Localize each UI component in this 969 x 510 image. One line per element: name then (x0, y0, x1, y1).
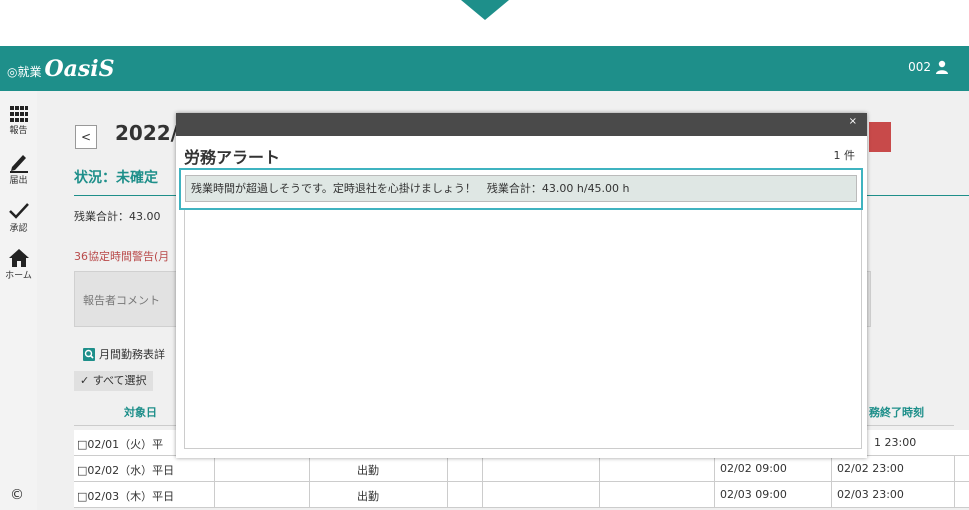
sidebar: 報告 届出 承認 ホーム © (0, 91, 38, 510)
cell-divider (482, 456, 483, 481)
tooltip-pointer (461, 0, 509, 20)
brand[interactable]: ◎就業 OasiS (7, 56, 115, 82)
sidebar-item-label: 報告 (9, 126, 28, 136)
user-icon (936, 60, 948, 74)
grid-icon (9, 106, 28, 122)
dialog-titlebar: × (176, 113, 867, 136)
table-row[interactable]: □02/02（水）平日 出勤 02/02 09:00 02/02 23:00 (74, 456, 969, 482)
cell-divider (831, 456, 832, 481)
column-header-end-time: 務終了時刻 (869, 406, 924, 419)
cell-divider (309, 456, 310, 481)
row-end-time: 02/03 23:00 (837, 488, 904, 501)
row-date: □02/03（木）平日 (77, 490, 175, 503)
status-label: 状況：未確定 (74, 170, 158, 186)
row-date: □02/02（水）平日 (77, 464, 175, 477)
check-icon (8, 203, 29, 219)
sidebar-item-report[interactable]: 報告 (0, 105, 37, 136)
app-logo: OasiS (44, 56, 115, 82)
sidebar-item-approval[interactable]: 承認 (0, 201, 37, 234)
copyright-icon: © (10, 487, 24, 503)
row-status: 出勤 (357, 464, 379, 477)
row-end-time: 02/02 23:00 (837, 462, 904, 475)
alert-highlight: 残業時間が超過しそうです。定時退社を心掛けましょう！ 残業合計：43.00 h/… (179, 168, 863, 210)
cell-divider (447, 456, 448, 481)
close-icon[interactable]: × (849, 116, 857, 127)
alert-list-area (184, 210, 862, 449)
table-row[interactable]: □02/03（木）平日 出勤 02/03 09:00 02/03 23:00 (74, 482, 969, 508)
user-menu[interactable]: 002 (908, 60, 949, 74)
page-title: 2022/ (115, 121, 178, 145)
overtime-summary: 残業合計：43.00 (74, 210, 161, 223)
cell-divider (214, 482, 215, 507)
select-all-button[interactable]: ✓ すべて選択 (74, 371, 153, 391)
home-icon (8, 249, 29, 267)
cell-divider (954, 456, 955, 481)
comment-placeholder: 報告者コメント (83, 294, 160, 307)
pencil-icon (9, 155, 28, 173)
labor-alert-dialog: × 労務アラート 1 件 残業時間が超過しそうです。定時退社を心掛けましょう！ … (176, 113, 867, 458)
agreement-warning: 36協定時間警告(月 (74, 250, 170, 263)
sidebar-item-notification[interactable]: 届出 (0, 151, 37, 186)
row-status: 出勤 (357, 490, 379, 503)
cell-divider (309, 482, 310, 507)
sidebar-item-label: ホーム (5, 271, 32, 281)
status-badge[interactable] (869, 122, 891, 152)
app-header: ◎就業 OasiS 002 (0, 46, 969, 91)
brand-mark: ◎就業 (7, 65, 42, 79)
sidebar-item-home[interactable]: ホーム (0, 248, 37, 281)
cell-divider (599, 482, 600, 507)
search-doc-icon (83, 347, 95, 361)
row-end-time: 1 23:00 (874, 436, 917, 449)
row-start-time: 02/02 09:00 (720, 462, 787, 475)
cell-divider (447, 482, 448, 507)
sidebar-item-label: 承認 (9, 224, 28, 234)
row-date: □02/01（火）平 (77, 438, 164, 451)
monthly-detail-link[interactable]: 月間勤務表詳 (83, 346, 165, 362)
alert-item[interactable]: 残業時間が超過しそうです。定時退社を心掛けましょう！ 残業合計：43.00 h/… (185, 175, 857, 202)
dialog-title: 労務アラート (184, 148, 281, 167)
cell-divider (599, 456, 600, 481)
cell-divider (954, 482, 955, 507)
user-id: 002 (908, 60, 931, 74)
column-header-date: 対象日 (124, 406, 157, 419)
sidebar-item-label: 届出 (9, 176, 28, 186)
cell-divider (482, 482, 483, 507)
prev-month-button[interactable]: < (75, 125, 97, 149)
row-start-time: 02/03 09:00 (720, 488, 787, 501)
cell-divider (831, 482, 832, 507)
cell-divider (714, 456, 715, 481)
cell-divider (214, 456, 215, 481)
cell-divider (714, 482, 715, 507)
alert-count: 1 件 (833, 149, 856, 162)
monthly-link-label: 月間勤務表詳 (99, 348, 165, 361)
